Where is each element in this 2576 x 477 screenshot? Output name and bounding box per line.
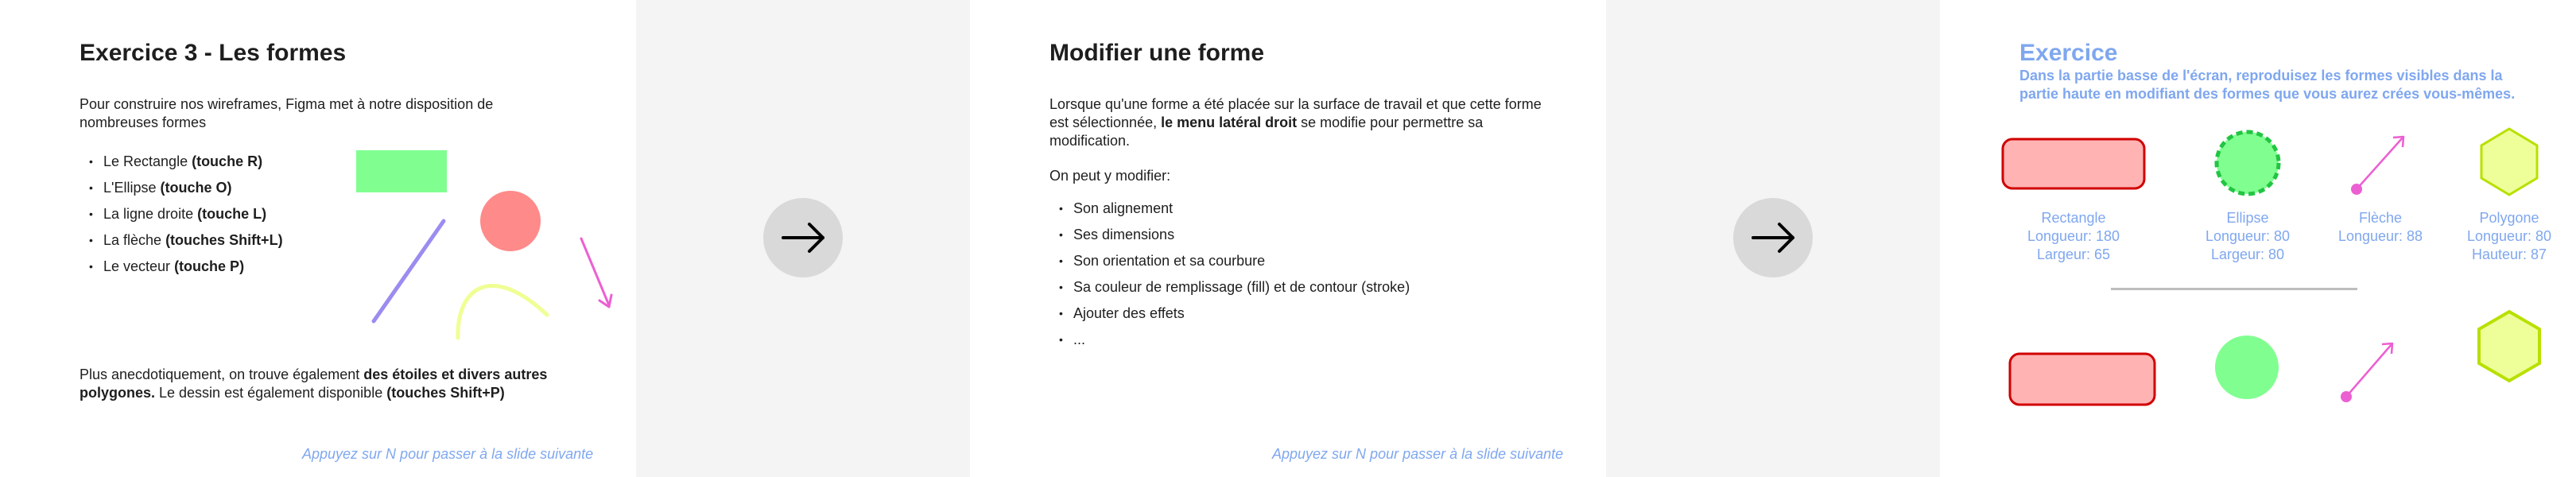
next-slide-button[interactable] (763, 198, 843, 277)
polygon-label: Polygone Longueur: 80 Hauteur: 87 (2466, 210, 2552, 262)
yellow-curve (456, 284, 549, 340)
reference-rectangle[interactable] (2001, 138, 2146, 190)
editable-polygon[interactable] (2477, 309, 2541, 383)
section-divider (2111, 288, 2357, 290)
list-item: Ajouter des effets (1049, 301, 1410, 327)
pink-arrow-line (580, 237, 611, 307)
arrow-right-icon (782, 223, 824, 253)
editable-ellipse[interactable] (2215, 335, 2279, 399)
modifiable-props-list: Son alignement Ses dimensions Son orient… (1049, 196, 1410, 353)
list-item: Sa couleur de remplissage (fill) et de c… (1049, 274, 1410, 301)
rectangle-label: Rectangle Longueur: 180 Largeur: 65 (2027, 210, 2120, 262)
green-rectangle (356, 150, 447, 192)
next-slide-hint: Appuyez sur N pour passer à la slide sui… (1272, 446, 1564, 462)
slide-modify-shape: Modifier une forme Lorsque qu'une forme … (970, 0, 1606, 477)
list-item: ... (1049, 327, 1410, 353)
intro-text: Lorsque qu'une forme a été placée sur la… (1049, 96, 1542, 149)
reference-ellipse[interactable] (2214, 130, 2281, 196)
slide-shapes: Exercice 3 - Les formes Pour construire … (0, 0, 636, 477)
slide-title: Modifier une forme (1049, 40, 1265, 66)
slide-connector (1606, 0, 1940, 477)
editable-rectangle[interactable] (2008, 352, 2156, 406)
list-item: Son alignement (1049, 196, 1410, 222)
editable-arrow[interactable] (2345, 343, 2393, 398)
reference-polygon[interactable] (2480, 127, 2539, 196)
list-item: Son orientation et sa courbure (1049, 248, 1410, 274)
shapes-illustration (356, 150, 613, 340)
reference-arrow[interactable] (2356, 136, 2404, 190)
slide-exercise: Exercice Dans la partie basse de l'écran… (1940, 0, 2576, 477)
list-item: Ses dimensions (1049, 222, 1410, 248)
outro-text: Plus anecdotiquement, on trouve égalemen… (80, 366, 548, 401)
lead-text: On peut y modifier: (1049, 168, 1171, 184)
purple-line (371, 219, 446, 324)
slide-connector (636, 0, 970, 477)
arrow-right-icon (1752, 223, 1794, 253)
next-slide-button[interactable] (1733, 198, 1813, 277)
editable-arrow-start (2341, 391, 2352, 402)
reference-arrow-start (2351, 184, 2362, 195)
red-circle (480, 191, 541, 251)
next-slide-hint: Appuyez sur N pour passer à la slide sui… (302, 446, 594, 462)
